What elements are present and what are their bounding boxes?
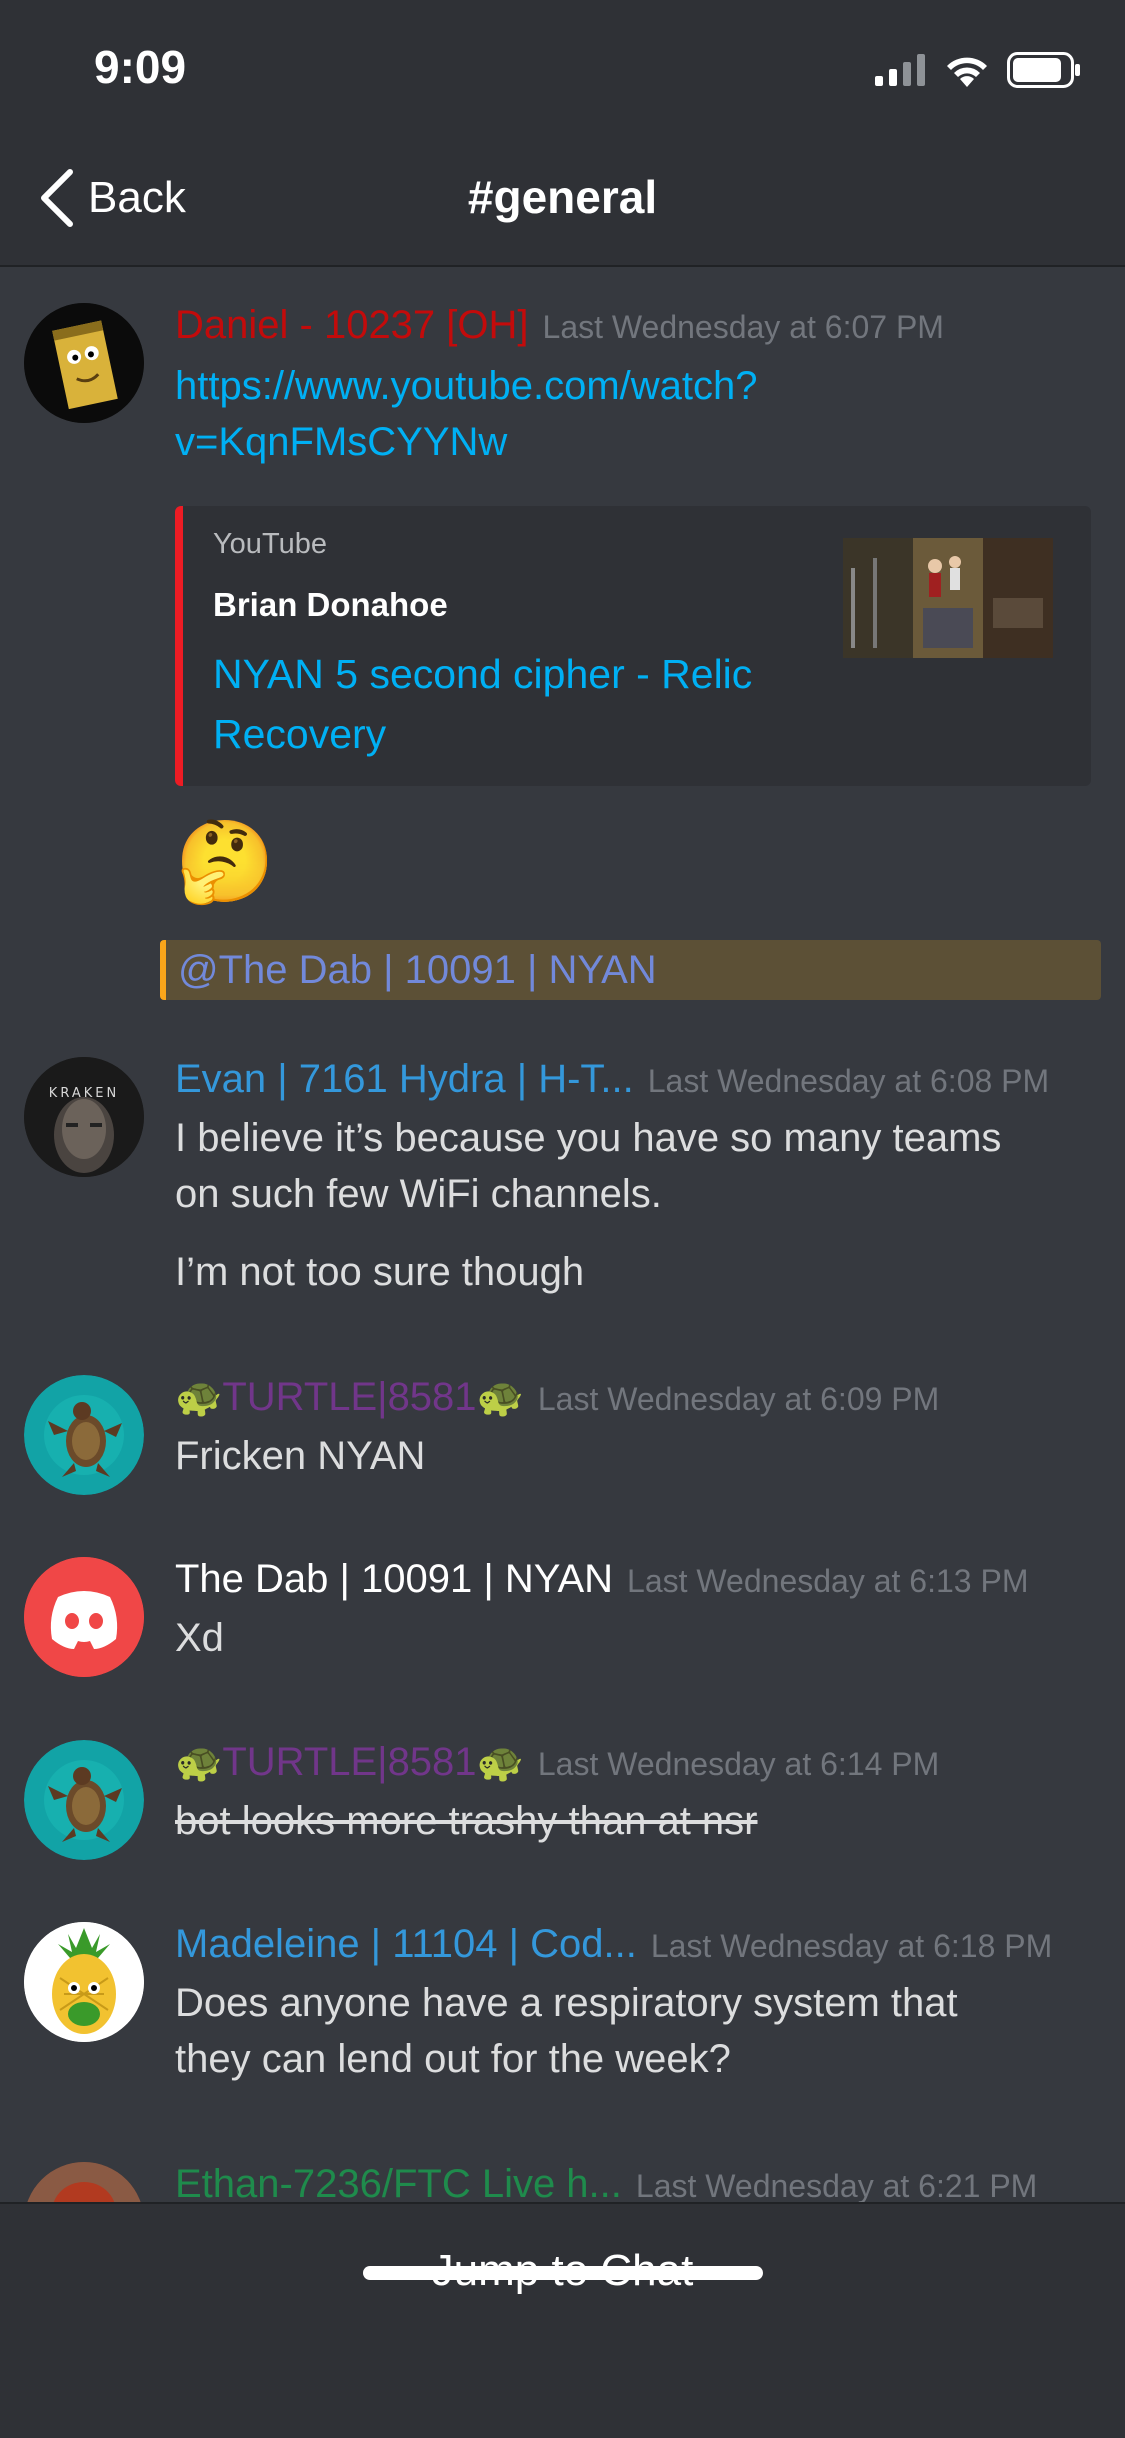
avatar-image: KRAKEN [24, 1057, 144, 1177]
discord-logo-icon [24, 1557, 144, 1677]
cellular-signal-icon [875, 54, 925, 86]
battery-icon [1007, 52, 1080, 88]
turtle-emoji: 🐢 [175, 1377, 223, 1419]
message-text-strikethrough: bot looks more trashy than at nsr [175, 1799, 758, 1843]
home-indicator[interactable] [363, 2266, 763, 2280]
status-bar: 9:09 [0, 0, 1125, 130]
message-header: Evan | 7161 Hydra | H-T... Last Wednesday… [175, 1057, 1095, 1102]
message-text: I believe it’s because you have so many … [175, 1116, 1002, 1160]
nav-bar: Back #general [0, 130, 1125, 267]
avatar[interactable] [24, 2162, 144, 2202]
video-thumbnail[interactable] [843, 538, 1053, 658]
turtle-emoji: 🐢 [175, 1742, 223, 1784]
author-name[interactable]: The Dab | 10091 | NYAN [175, 1557, 613, 1601]
message-header: Madeleine | 11104 | Cod... Last Wednesday… [175, 1922, 1095, 1967]
turtle-emoji: 🐢 [476, 1377, 524, 1419]
avatar[interactable] [24, 1375, 144, 1495]
message-header: Daniel - 10237 [OH] Last Wednesday at 6:0… [175, 303, 1095, 348]
message-header: Ethan-7236/FTC Live h... Last Wednesday a… [175, 2162, 1095, 2202]
timestamp: Last Wednesday at 6:14 PM [537, 1746, 940, 1782]
turtle-emoji: 🐢 [476, 1742, 524, 1784]
avatar-image [24, 1740, 144, 1860]
avatar[interactable] [24, 1557, 144, 1677]
avatar[interactable] [24, 1740, 144, 1860]
message-header: 🐢TURTLE|8581🐢 Last Wednesday at 6:14 PM [175, 1740, 1095, 1785]
timestamp: Last Wednesday at 6:21 PM [635, 2168, 1038, 2202]
message-text: Does anyone have a respiratory system th… [175, 1981, 958, 2025]
user-mention[interactable]: @The Dab | 10091 | NYAN [178, 948, 657, 993]
avatar-image [24, 1375, 144, 1495]
message-body: 🐢TURTLE|8581🐢 Last Wednesday at 6:14 PM b… [175, 1740, 1095, 1849]
message-body: Evan | 7161 Hydra | H-T... Last Wednesday… [175, 1057, 1095, 1300]
message-body: 🐢TURTLE|8581🐢 Last Wednesday at 6:09 PM F… [175, 1375, 1095, 1484]
author-name[interactable]: Ethan-7236/FTC Live h... [175, 2162, 622, 2202]
message-header: 🐢TURTLE|8581🐢 Last Wednesday at 6:09 PM [175, 1375, 1095, 1420]
author-name[interactable]: 🐢TURTLE|8581🐢 [175, 1375, 524, 1419]
message-text: I’m not too sure though [175, 1250, 585, 1294]
avatar-kraken-text: KRAKEN [49, 1086, 119, 1101]
message-text: Fricken NYAN [175, 1434, 426, 1478]
bottom-bar: Jump to Chat [0, 2202, 1125, 2438]
embed-title[interactable]: NYAN 5 second cipher - Relic Recovery [213, 644, 793, 764]
timestamp: Last Wednesday at 6:09 PM [537, 1381, 940, 1417]
message-header: The Dab | 10091 | NYAN Last Wednesday at … [175, 1557, 1095, 1602]
author-name-text: TURTLE|8581 [222, 1740, 477, 1784]
author-name-text: TURTLE|8581 [222, 1375, 477, 1419]
avatar[interactable] [24, 303, 144, 423]
author-name[interactable]: Daniel - 10237 [OH] [175, 303, 529, 347]
thinking-emoji: 🤔 [175, 817, 275, 906]
timestamp: Last Wednesday at 6:07 PM [542, 309, 944, 345]
avatar-image [24, 303, 144, 423]
embed-provider[interactable]: YouTube [213, 528, 327, 561]
mention-highlight: @The Dab | 10091 | NYAN [160, 940, 1101, 1000]
author-name[interactable]: 🐢TURTLE|8581🐢 [175, 1740, 524, 1784]
message-text: Xd [175, 1616, 224, 1660]
youtube-link-continued[interactable]: v=KqnFMsCYYNw [175, 414, 1095, 470]
embed-author[interactable]: Brian Donahoe [213, 586, 448, 624]
message-body: Ethan-7236/FTC Live h... Last Wednesday a… [175, 2162, 1095, 2202]
message-feed[interactable]: Daniel - 10237 [OH] Last Wednesday at 6:0… [0, 267, 1125, 2202]
avatar-image [24, 1922, 144, 2042]
youtube-link[interactable]: https://www.youtube.com/watch? [175, 358, 1095, 414]
timestamp: Last Wednesday at 6:18 PM [650, 1928, 1053, 1964]
avatar[interactable]: KRAKEN [24, 1057, 144, 1177]
link-embed[interactable]: YouTube Brian Donahoe NYAN 5 second ciph… [175, 506, 1091, 786]
status-time: 9:09 [94, 41, 187, 93]
timestamp: Last Wednesday at 6:08 PM [647, 1063, 1050, 1099]
status-icons [875, 50, 1081, 90]
author-name[interactable]: Evan | 7161 Hydra | H-T... [175, 1057, 634, 1101]
message-body: Madeleine | 11104 | Cod... Last Wednesday… [175, 1922, 1095, 2087]
message-body: Daniel - 10237 [OH] Last Wednesday at 6:0… [175, 303, 1095, 470]
timestamp: Last Wednesday at 6:13 PM [627, 1563, 1029, 1599]
avatar-image [27, 2162, 141, 2202]
channel-title: #general [467, 171, 658, 223]
message-text-continued: they can lend out for the week? [175, 2037, 731, 2081]
author-name[interactable]: Madeleine | 11104 | Cod... [175, 1922, 637, 1966]
message-body: The Dab | 10091 | NYAN Last Wednesday at … [175, 1557, 1095, 1666]
wifi-icon [947, 57, 987, 87]
avatar[interactable] [24, 1922, 144, 2042]
message-text-continued: on such few WiFi channels. [175, 1172, 662, 1216]
